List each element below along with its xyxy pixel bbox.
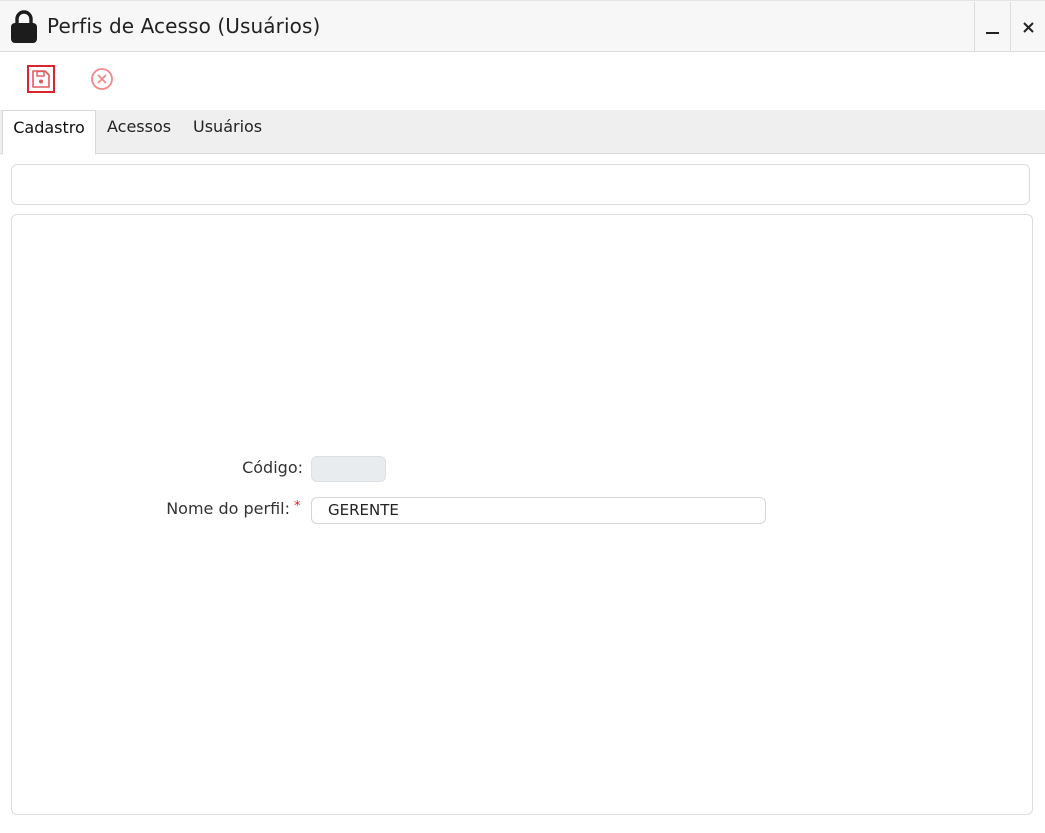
tab-acessos[interactable]: Acessos [107, 110, 171, 154]
toolbar [0, 52, 1045, 110]
minimize-icon [986, 32, 999, 34]
nome-perfil-label: Nome do perfil: [166, 499, 290, 518]
cancel-button[interactable] [89, 66, 115, 92]
tab-bar: Cadastro Acessos Usuários [0, 110, 1045, 155]
floppy-disk-icon [32, 70, 50, 88]
codigo-field [311, 456, 386, 482]
nome-perfil-input[interactable]: GERENTE [311, 497, 766, 524]
tab-usuarios[interactable]: Usuários [193, 110, 262, 154]
window-title: Perfis de Acesso (Usuários) [47, 14, 321, 38]
save-button[interactable] [27, 65, 55, 93]
close-button[interactable] [1010, 2, 1045, 52]
header-panel [11, 164, 1030, 205]
minimize-button[interactable] [974, 2, 1010, 52]
required-marker: * [294, 499, 301, 514]
codigo-label: Código: [242, 458, 303, 477]
close-icon [1023, 21, 1034, 33]
window-titlebar: Perfis de Acesso (Usuários) [0, 0, 1045, 52]
tab-cadastro[interactable]: Cadastro [2, 110, 96, 155]
lock-icon [11, 10, 37, 43]
circle-x-icon [91, 68, 113, 90]
